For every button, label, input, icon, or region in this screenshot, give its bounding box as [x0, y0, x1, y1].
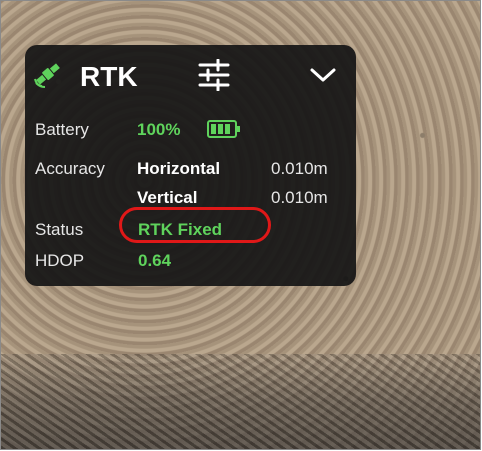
hdop-value: 0.64: [138, 251, 172, 270]
rtk-status-panel: RTK Battery 100% Accuracy Horizontal 0.0…: [25, 45, 356, 286]
gravel-ground: [1, 354, 480, 449]
hdop-label: HDOP: [35, 251, 85, 270]
vertical-label: Vertical: [137, 188, 198, 207]
battery-label: Battery: [35, 120, 89, 139]
battery-value: 100%: [137, 120, 181, 139]
camera-view-background: RTK Battery 100% Accuracy Horizontal 0.0…: [0, 0, 481, 450]
sliders-icon[interactable]: [197, 58, 231, 92]
panel-title: RTK: [80, 61, 138, 92]
accuracy-label: Accuracy: [35, 159, 105, 178]
horizontal-value: 0.010m: [271, 159, 328, 178]
satellite-icon: [33, 59, 63, 89]
chevron-down-icon[interactable]: [309, 63, 337, 87]
battery-icon: [207, 119, 241, 139]
vertical-value: 0.010m: [271, 188, 328, 207]
status-label: Status: [35, 220, 84, 239]
horizontal-label: Horizontal: [137, 159, 221, 178]
status-highlight-ring: [119, 207, 271, 243]
